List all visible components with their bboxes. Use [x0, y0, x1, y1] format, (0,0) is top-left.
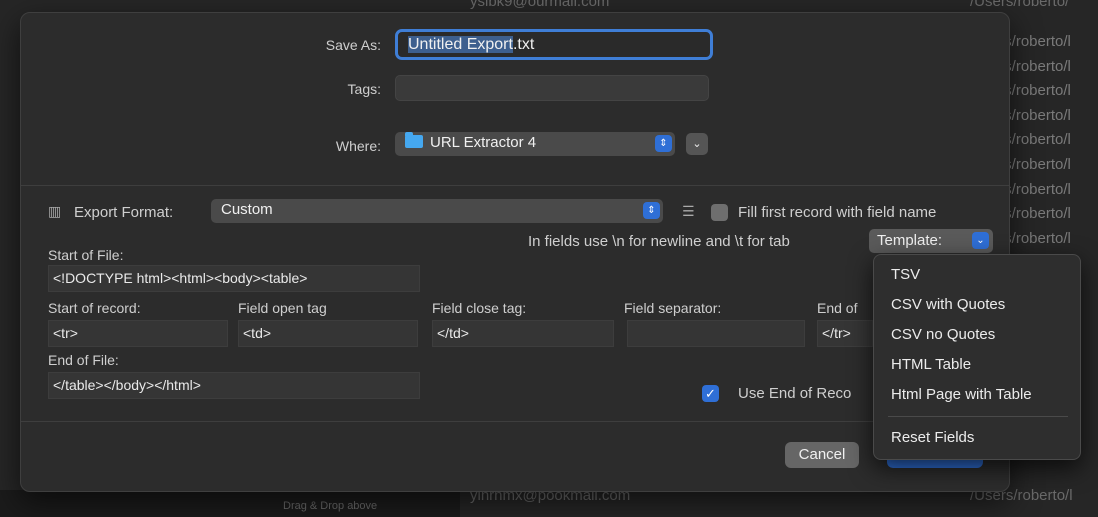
- end-of-file-field[interactable]: </table></body></html>: [48, 372, 420, 399]
- hint-text: In fields use \n for newline and \t for …: [528, 233, 790, 250]
- export-format-label: Export Format:: [74, 204, 174, 221]
- drag-drop-label: Drag & Drop above: [283, 500, 378, 512]
- export-format-value: Custom: [221, 201, 273, 218]
- background-path: /s/roberto/l: [1000, 106, 1071, 124]
- save-sheet: Save As: Untitled Export.txt Tags: Where…: [20, 12, 1010, 492]
- field-open-tag-field[interactable]: <td>: [238, 320, 418, 347]
- background-footer: [0, 490, 460, 517]
- template-label: Template:: [877, 232, 943, 249]
- background-path: /s/roberto/l: [1000, 33, 1071, 50]
- filename-field[interactable]: Untitled Export.txt: [395, 29, 713, 60]
- field-open-tag-label: Field open tag: [238, 300, 327, 316]
- filename-selected: Untitled Export: [408, 36, 513, 53]
- cancel-button[interactable]: Cancel: [785, 442, 859, 468]
- divider: [21, 421, 1009, 422]
- start-of-record-label: Start of record:: [48, 300, 141, 316]
- where-label: Where:: [335, 138, 381, 154]
- tags-field[interactable]: [395, 75, 709, 101]
- background-path: /s/roberto/l: [1000, 155, 1071, 173]
- background-path: /s/roberto/l: [1000, 180, 1071, 198]
- chevron-down-icon: ⌄: [692, 138, 702, 150]
- menu-separator: [888, 416, 1068, 417]
- fill-first-record-label: Fill first record with field name: [738, 204, 937, 221]
- end-of-record-label: End of: [817, 300, 858, 316]
- menu-item-html-table[interactable]: HTML Table: [874, 350, 1080, 380]
- use-end-of-record-checkbox[interactable]: ✓: [702, 385, 719, 402]
- menu-item-tsv[interactable]: TSV: [874, 260, 1080, 290]
- field-separator-field[interactable]: [627, 320, 805, 347]
- fill-first-record-checkbox[interactable]: [711, 204, 728, 221]
- background-email: ysibk9@ourmail.com: [470, 0, 610, 10]
- background-path: /s/roberto/l: [1000, 229, 1071, 247]
- export-format-popup[interactable]: Custom ⇕: [211, 199, 663, 223]
- menu-item-csv-no-quotes[interactable]: CSV no Quotes: [874, 320, 1080, 350]
- template-menu: TSV CSV with Quotes CSV no Quotes HTML T…: [873, 254, 1081, 460]
- start-of-record-field[interactable]: <tr>: [48, 320, 228, 347]
- start-of-file-field[interactable]: <!DOCTYPE html><html><body><table>: [48, 265, 420, 292]
- chevron-down-icon: ⌄: [972, 232, 989, 249]
- popup-stepper-icon: ⇕: [655, 135, 672, 152]
- folder-icon: [405, 132, 423, 148]
- where-popup[interactable]: URL Extractor 4 ⇕: [395, 132, 675, 156]
- end-of-record-field[interactable]: </tr>: [817, 320, 873, 347]
- tags-label: Tags:: [347, 81, 381, 97]
- end-of-file-label: End of File:: [48, 352, 119, 368]
- list-icon[interactable]: ☰: [682, 203, 695, 220]
- background-path: /s/roberto/l: [1000, 131, 1071, 149]
- field-close-tag-label: Field close tag:: [432, 300, 527, 316]
- where-value: URL Extractor 4: [430, 134, 537, 151]
- columns-icon: ▥: [48, 203, 62, 219]
- field-close-tag-field[interactable]: </td>: [432, 320, 614, 347]
- background-path: /s/roberto/l: [1000, 57, 1071, 75]
- save-as-label: Save As:: [325, 37, 381, 53]
- background-path-list: /s/roberto/l /s/roberto/l /s/roberto/l /…: [1000, 30, 1098, 251]
- background-path: /Users/roberto/: [970, 0, 1070, 10]
- menu-item-html-page-with-table[interactable]: Html Page with Table: [874, 380, 1080, 410]
- start-of-file-label: Start of File:: [48, 247, 124, 263]
- popup-stepper-icon: ⇕: [643, 202, 660, 219]
- background-path: /s/roberto/l: [1000, 82, 1071, 100]
- expand-button[interactable]: ⌄: [686, 133, 708, 155]
- menu-item-reset-fields[interactable]: Reset Fields: [874, 423, 1080, 453]
- field-separator-label: Field separator:: [624, 300, 722, 316]
- menu-item-csv-with-quotes[interactable]: CSV with Quotes: [874, 290, 1080, 320]
- use-end-of-record-label: Use End of Reco: [738, 385, 852, 402]
- divider: [21, 185, 1009, 186]
- template-button[interactable]: Template: ⌄: [869, 229, 993, 253]
- background-path: /s/roberto/l: [1000, 205, 1071, 223]
- filename-extension: .txt: [512, 36, 535, 53]
